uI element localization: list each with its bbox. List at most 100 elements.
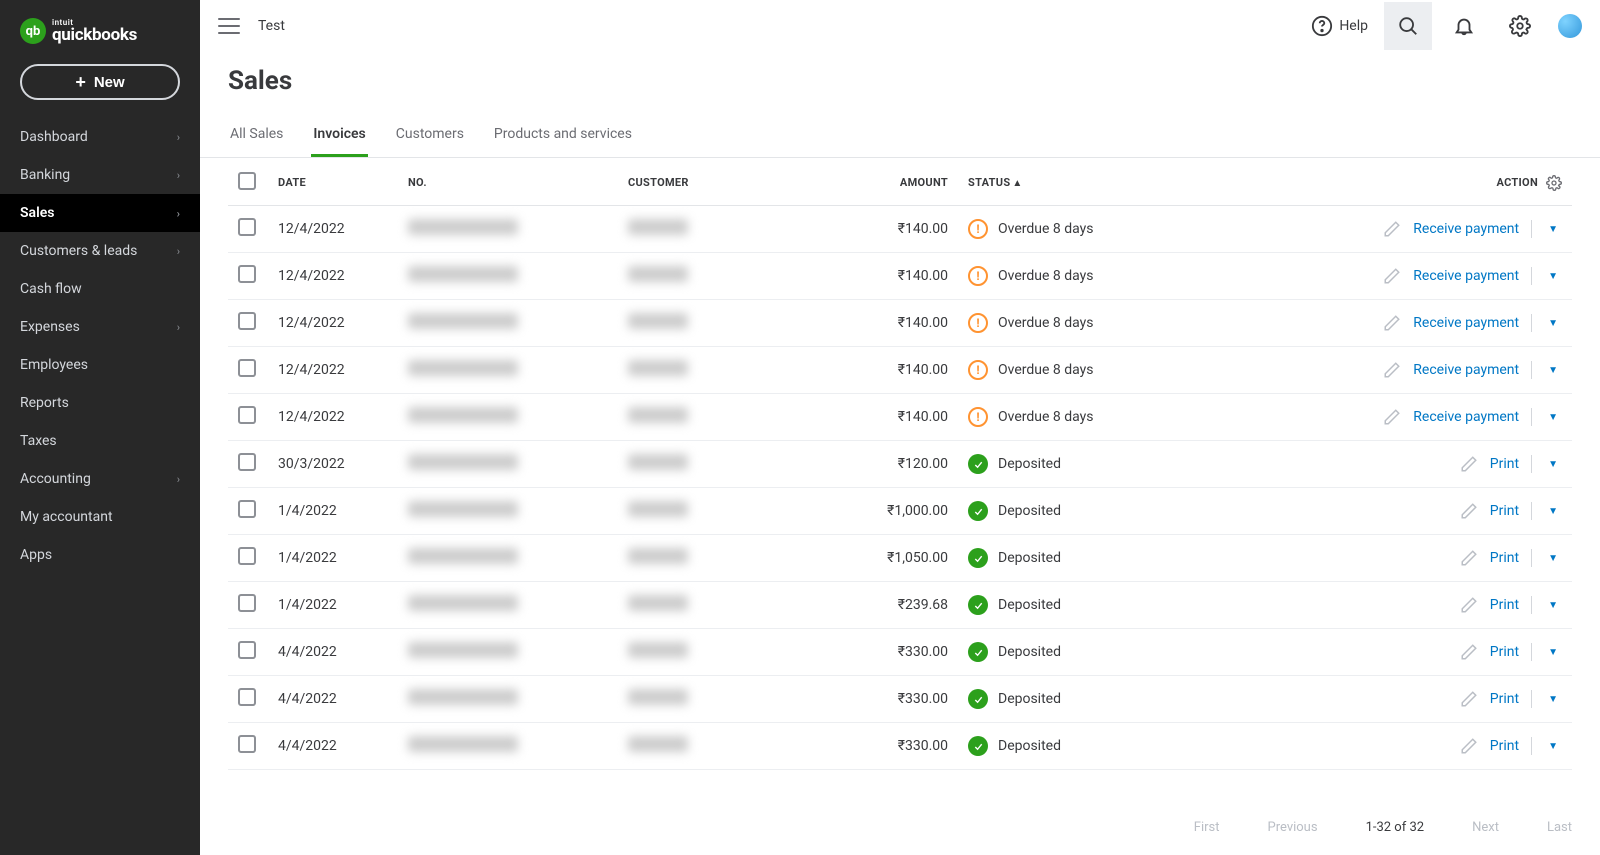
table-row[interactable]: 4/4/2022₹330.00DepositedPrint▼ bbox=[228, 723, 1572, 770]
menu-toggle[interactable] bbox=[218, 18, 240, 34]
action-separator bbox=[1531, 643, 1532, 661]
nav-item-employees[interactable]: Employees bbox=[0, 346, 200, 384]
row-action-link[interactable]: Print bbox=[1490, 597, 1519, 613]
edit-button[interactable] bbox=[1460, 596, 1478, 614]
nav-item-my-accountant[interactable]: My accountant bbox=[0, 498, 200, 536]
nav-item-expenses[interactable]: Expenses› bbox=[0, 308, 200, 346]
nav-item-dashboard[interactable]: Dashboard› bbox=[0, 118, 200, 156]
row-checkbox[interactable] bbox=[238, 688, 256, 706]
row-action-link[interactable]: Receive payment bbox=[1413, 409, 1519, 425]
row-checkbox[interactable] bbox=[238, 500, 256, 518]
row-checkbox[interactable] bbox=[238, 735, 256, 753]
edit-button[interactable] bbox=[1383, 267, 1401, 285]
row-action-dropdown[interactable]: ▼ bbox=[1544, 457, 1562, 472]
pencil-icon bbox=[1460, 502, 1478, 520]
row-action-dropdown[interactable]: ▼ bbox=[1544, 645, 1562, 660]
row-checkbox[interactable] bbox=[238, 547, 256, 565]
new-button[interactable]: + New bbox=[20, 64, 180, 100]
tab-invoices[interactable]: Invoices bbox=[311, 116, 367, 157]
table-row[interactable]: 12/4/2022₹140.00!Overdue 8 daysReceive p… bbox=[228, 206, 1572, 253]
row-checkbox[interactable] bbox=[238, 265, 256, 283]
pager-next[interactable]: Next bbox=[1472, 820, 1499, 835]
edit-button[interactable] bbox=[1460, 737, 1478, 755]
notifications-button[interactable] bbox=[1440, 2, 1488, 50]
help-icon bbox=[1311, 15, 1333, 37]
row-action-link[interactable]: Print bbox=[1490, 644, 1519, 660]
edit-button[interactable] bbox=[1460, 690, 1478, 708]
search-button[interactable] bbox=[1384, 2, 1432, 50]
nav-item-apps[interactable]: Apps bbox=[0, 536, 200, 574]
row-action-link[interactable]: Print bbox=[1490, 550, 1519, 566]
table-row[interactable]: 12/4/2022₹140.00!Overdue 8 daysReceive p… bbox=[228, 394, 1572, 441]
row-action-dropdown[interactable]: ▼ bbox=[1544, 269, 1562, 284]
nav-item-accounting[interactable]: Accounting› bbox=[0, 460, 200, 498]
nav-item-reports[interactable]: Reports bbox=[0, 384, 200, 422]
row-action-dropdown[interactable]: ▼ bbox=[1544, 504, 1562, 519]
col-status[interactable]: STATUS▲ bbox=[958, 158, 1198, 206]
help-link[interactable]: Help bbox=[1303, 9, 1376, 43]
row-action-link[interactable]: Receive payment bbox=[1413, 362, 1519, 378]
row-action-link[interactable]: Print bbox=[1490, 503, 1519, 519]
row-action-link[interactable]: Receive payment bbox=[1413, 315, 1519, 331]
row-checkbox[interactable] bbox=[238, 312, 256, 330]
edit-button[interactable] bbox=[1383, 361, 1401, 379]
row-action-dropdown[interactable]: ▼ bbox=[1544, 551, 1562, 566]
nav-item-taxes[interactable]: Taxes bbox=[0, 422, 200, 460]
nav-item-cash-flow[interactable]: Cash flow bbox=[0, 270, 200, 308]
row-checkbox[interactable] bbox=[238, 453, 256, 471]
row-action-link[interactable]: Print bbox=[1490, 456, 1519, 472]
table-row[interactable]: 12/4/2022₹140.00!Overdue 8 daysReceive p… bbox=[228, 347, 1572, 394]
row-action-dropdown[interactable]: ▼ bbox=[1544, 222, 1562, 237]
table-row[interactable]: 1/4/2022₹239.68DepositedPrint▼ bbox=[228, 582, 1572, 629]
table-row[interactable]: 1/4/2022₹1,000.00DepositedPrint▼ bbox=[228, 488, 1572, 535]
settings-button[interactable] bbox=[1496, 2, 1544, 50]
row-action-dropdown[interactable]: ▼ bbox=[1544, 692, 1562, 707]
col-customer[interactable]: CUSTOMER bbox=[618, 158, 838, 206]
nav-item-sales[interactable]: Sales› bbox=[0, 194, 200, 232]
table-row[interactable]: 30/3/2022₹120.00DepositedPrint▼ bbox=[228, 441, 1572, 488]
edit-button[interactable] bbox=[1460, 643, 1478, 661]
select-all-checkbox[interactable] bbox=[238, 172, 256, 190]
table-row[interactable]: 12/4/2022₹140.00!Overdue 8 daysReceive p… bbox=[228, 300, 1572, 347]
edit-button[interactable] bbox=[1460, 502, 1478, 520]
avatar[interactable] bbox=[1558, 14, 1582, 38]
row-checkbox[interactable] bbox=[238, 641, 256, 659]
brand-logo[interactable]: qb intuit quickbooks bbox=[0, 0, 200, 56]
row-checkbox[interactable] bbox=[238, 406, 256, 424]
table-row[interactable]: 4/4/2022₹330.00DepositedPrint▼ bbox=[228, 629, 1572, 676]
cell-amount: ₹1,050.00 bbox=[838, 535, 958, 582]
edit-button[interactable] bbox=[1460, 455, 1478, 473]
table-row[interactable]: 1/4/2022₹1,050.00DepositedPrint▼ bbox=[228, 535, 1572, 582]
col-no[interactable]: NO. bbox=[398, 158, 618, 206]
pager-first[interactable]: First bbox=[1194, 820, 1220, 835]
tab-customers[interactable]: Customers bbox=[394, 116, 466, 157]
row-action-link[interactable]: Receive payment bbox=[1413, 268, 1519, 284]
row-action-link[interactable]: Receive payment bbox=[1413, 221, 1519, 237]
tab-all-sales[interactable]: All Sales bbox=[228, 116, 285, 157]
col-date[interactable]: DATE bbox=[268, 158, 398, 206]
row-action-dropdown[interactable]: ▼ bbox=[1544, 598, 1562, 613]
row-action-link[interactable]: Print bbox=[1490, 738, 1519, 754]
nav-item-banking[interactable]: Banking› bbox=[0, 156, 200, 194]
edit-button[interactable] bbox=[1383, 314, 1401, 332]
row-action-dropdown[interactable]: ▼ bbox=[1544, 739, 1562, 754]
pager-previous[interactable]: Previous bbox=[1268, 820, 1318, 835]
row-action-dropdown[interactable]: ▼ bbox=[1544, 363, 1562, 378]
row-checkbox[interactable] bbox=[238, 594, 256, 612]
edit-button[interactable] bbox=[1383, 220, 1401, 238]
edit-button[interactable] bbox=[1383, 408, 1401, 426]
col-amount[interactable]: AMOUNT bbox=[838, 158, 958, 206]
edit-button[interactable] bbox=[1460, 549, 1478, 567]
row-checkbox[interactable] bbox=[238, 218, 256, 236]
pager-last[interactable]: Last bbox=[1547, 820, 1572, 835]
table-row[interactable]: 12/4/2022₹140.00!Overdue 8 daysReceive p… bbox=[228, 253, 1572, 300]
company-name[interactable]: Test bbox=[258, 18, 285, 34]
table-settings-button[interactable] bbox=[1546, 175, 1562, 191]
row-action-link[interactable]: Print bbox=[1490, 691, 1519, 707]
row-action-dropdown[interactable]: ▼ bbox=[1544, 316, 1562, 331]
nav-item-customers-leads[interactable]: Customers & leads› bbox=[0, 232, 200, 270]
tab-products-and-services[interactable]: Products and services bbox=[492, 116, 634, 157]
row-action-dropdown[interactable]: ▼ bbox=[1544, 410, 1562, 425]
table-row[interactable]: 4/4/2022₹330.00DepositedPrint▼ bbox=[228, 676, 1572, 723]
row-checkbox[interactable] bbox=[238, 359, 256, 377]
